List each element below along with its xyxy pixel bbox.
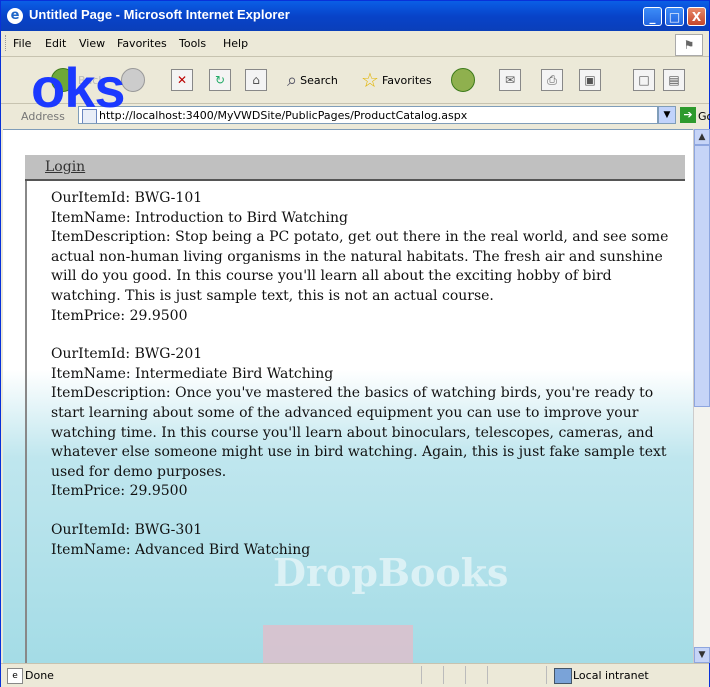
window-title: Untitled Page - Microsoft Internet Explo… (29, 7, 290, 22)
scroll-up-arrow-icon[interactable]: ▲ (694, 129, 710, 145)
item-id: OurItemId: BWG-301 (51, 521, 203, 538)
item-price: ItemPrice: 29.9500 (51, 483, 188, 500)
star-icon: ☆ (361, 68, 379, 92)
home-button[interactable]: ⌂ (245, 66, 267, 94)
menu-view[interactable]: View (79, 37, 105, 50)
page-viewport: DropBooks Login OurItemId: BWG-101 ItemN… (3, 129, 693, 664)
status-divider (465, 666, 466, 684)
mail-button[interactable]: ✉ (499, 66, 521, 94)
discuss-button[interactable]: □ (633, 66, 655, 94)
forward-button[interactable] (121, 66, 145, 94)
status-divider (421, 666, 422, 684)
address-dropdown-button[interactable]: ▼ (658, 106, 676, 124)
status-bar: e Done Local intranet (1, 663, 709, 687)
scroll-thumb[interactable] (694, 145, 710, 407)
minimize-button[interactable]: _ (643, 7, 662, 26)
title-bar: e Untitled Page - Microsoft Internet Exp… (1, 1, 709, 31)
browser-window: e Untitled Page - Microsoft Internet Exp… (0, 0, 710, 687)
search-button[interactable]: ⌕ Search (287, 66, 338, 94)
edit-page-icon: ▣ (579, 69, 601, 91)
scroll-down-arrow-icon[interactable]: ▼ (694, 647, 710, 663)
windows-flag-icon: ⚑ (675, 34, 703, 56)
menu-file[interactable]: File (13, 37, 31, 50)
catalog-item: OurItemId: BWG-301 ItemName: Advanced Bi… (27, 521, 681, 560)
history-icon (451, 68, 475, 92)
login-link[interactable]: Login (45, 159, 85, 175)
status-divider (487, 666, 488, 684)
research-button[interactable]: ▤ (663, 66, 685, 94)
print-button[interactable]: ⎙ (541, 66, 563, 94)
item-id: OurItemId: BWG-101 (51, 190, 203, 206)
refresh-button[interactable]: ↻ (209, 66, 231, 94)
menu-grip (5, 35, 9, 51)
forward-arrow-icon (121, 68, 145, 92)
history-button[interactable] (451, 66, 475, 94)
go-arrow-icon[interactable]: ➔ (680, 107, 696, 123)
refresh-icon: ↻ (209, 69, 231, 91)
menu-edit[interactable]: Edit (45, 37, 66, 50)
search-icon: ⌕ (287, 69, 298, 91)
go-button[interactable]: Go (698, 110, 710, 123)
page-status-icon: e (7, 668, 23, 684)
stop-button[interactable]: ✕ (171, 66, 193, 94)
maximize-button[interactable]: □ (665, 7, 684, 26)
edit-button[interactable]: ▣ (579, 66, 601, 94)
login-bar: Login (25, 155, 685, 181)
menu-tools[interactable]: Tools (179, 37, 206, 50)
close-button[interactable]: X (687, 7, 706, 26)
catalog-item: OurItemId: BWG-201 ItemName: Intermediat… (27, 345, 681, 502)
item-name: ItemName: Introduction to Bird Watching (51, 209, 348, 226)
status-divider (546, 666, 547, 684)
favorites-button[interactable]: ☆ Favorites (361, 66, 432, 94)
status-text: Done (25, 669, 54, 682)
item-description: ItemDescription: Stop being a PC potato,… (51, 229, 669, 304)
intranet-zone-icon (554, 668, 572, 684)
ie-logo-icon: e (7, 8, 23, 24)
research-icon: ▤ (663, 69, 685, 91)
item-description: ItemDescription: Once you've mastered th… (51, 385, 667, 480)
security-zone: Local intranet (573, 669, 649, 682)
item-price: ItemPrice: 29.9500 (51, 307, 188, 324)
product-catalog: OurItemId: BWG-101 ItemName: Introductio… (25, 181, 687, 664)
status-divider (443, 666, 444, 684)
item-name: ItemName: Intermediate Bird Watching (51, 365, 334, 382)
address-input[interactable]: http://localhost:3400/MyVWDSite/PublicPa… (78, 106, 658, 124)
watermark-logo-text: oks (31, 56, 125, 119)
stop-icon: ✕ (171, 69, 193, 91)
discuss-icon: □ (633, 69, 655, 91)
catalog-item: OurItemId: BWG-101 ItemName: Introductio… (27, 189, 681, 326)
mail-icon: ✉ (499, 69, 521, 91)
vertical-scrollbar[interactable]: ▲ ▼ (693, 129, 710, 663)
item-id: OurItemId: BWG-201 (51, 346, 203, 363)
address-url: http://localhost:3400/MyVWDSite/PublicPa… (99, 109, 468, 122)
item-name: ItemName: Advanced Bird Watching (51, 541, 311, 558)
menu-favorites[interactable]: Favorites (117, 37, 167, 50)
menu-help[interactable]: Help (223, 37, 248, 50)
home-icon: ⌂ (245, 69, 267, 91)
printer-icon: ⎙ (541, 69, 563, 91)
menu-bar: File Edit View Favorites Tools Help ⚑ (1, 31, 709, 57)
